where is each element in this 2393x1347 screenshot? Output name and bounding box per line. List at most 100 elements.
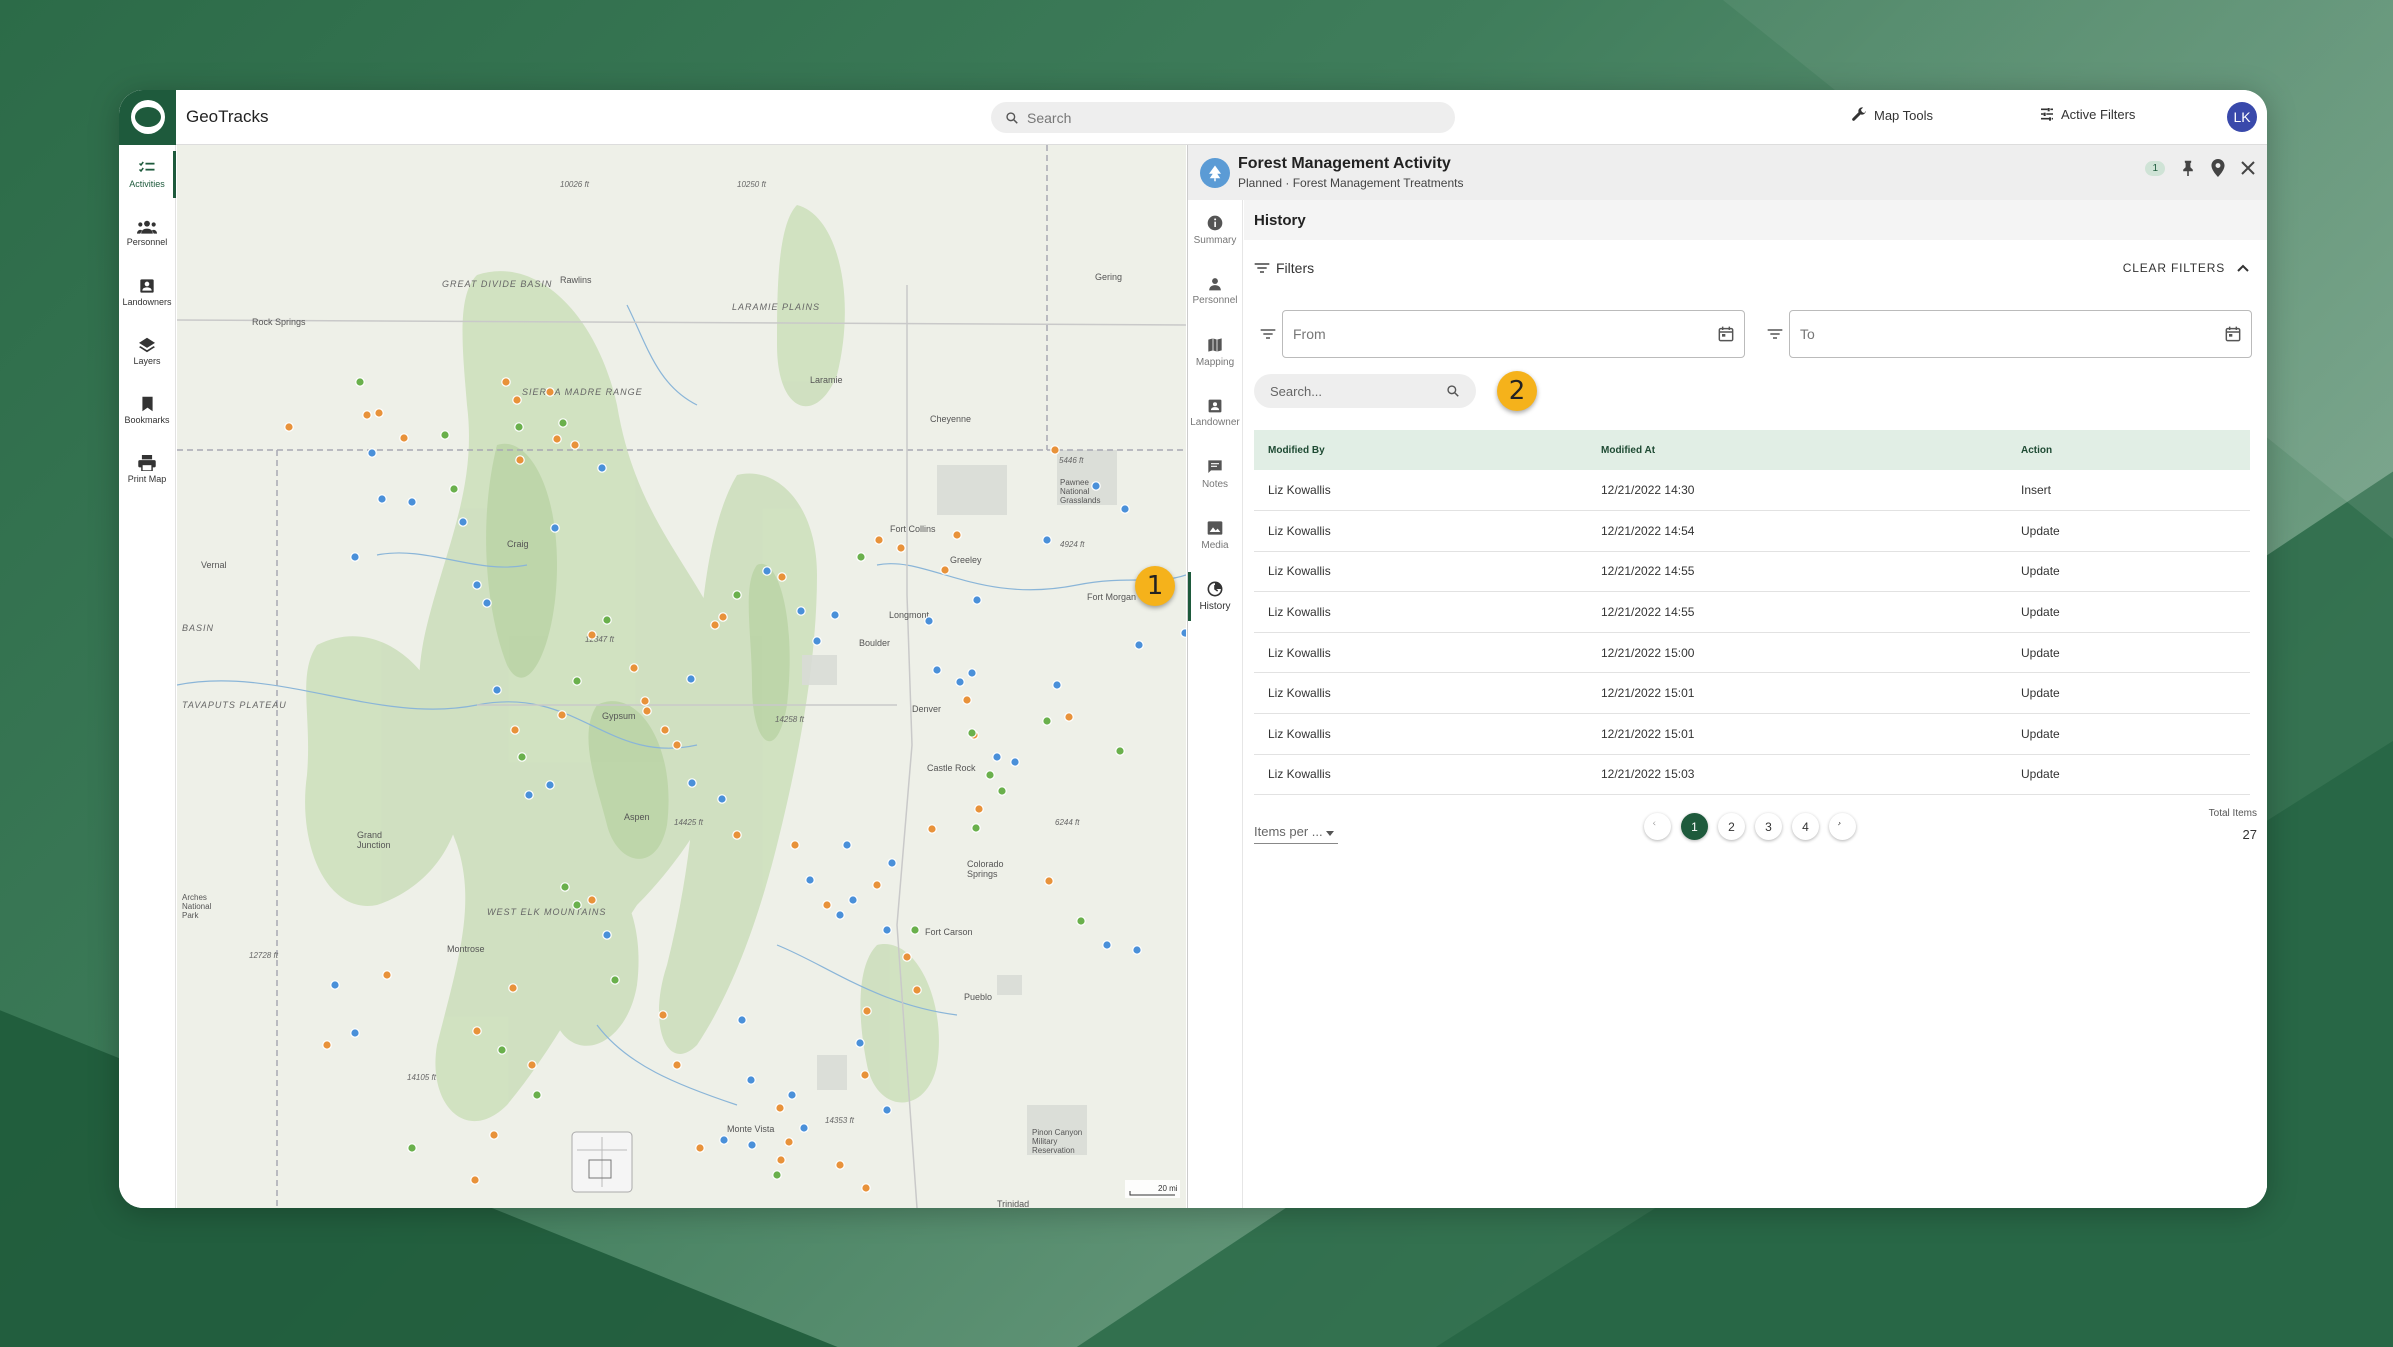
activity-marker[interactable] — [330, 980, 340, 990]
activity-marker[interactable] — [515, 455, 525, 465]
activity-marker[interactable] — [719, 1135, 729, 1145]
items-per-page-select[interactable]: Items per ... — [1254, 824, 1338, 844]
column-header-modified-by[interactable]: Modified By — [1254, 430, 1587, 470]
calendar-icon[interactable] — [2225, 326, 2241, 342]
activity-marker[interactable] — [514, 422, 524, 432]
page-button-3[interactable]: 3 — [1755, 813, 1782, 840]
activity-marker[interactable] — [835, 1160, 845, 1170]
table-row[interactable]: Liz Kowallis 12/21/2022 15:01 Update — [1254, 713, 2250, 755]
activity-marker[interactable] — [322, 1040, 332, 1050]
activity-marker[interactable] — [660, 725, 670, 735]
activity-marker[interactable] — [732, 830, 742, 840]
page-button-2[interactable]: 2 — [1718, 813, 1745, 840]
activity-marker[interactable] — [407, 497, 417, 507]
activity-marker[interactable] — [842, 840, 852, 850]
activity-marker[interactable] — [527, 1060, 537, 1070]
activity-marker[interactable] — [470, 1175, 480, 1185]
activity-marker[interactable] — [532, 1090, 542, 1100]
chevron-up-icon[interactable] — [2237, 264, 2249, 272]
page-button-4[interactable]: 4 — [1792, 813, 1819, 840]
activity-marker[interactable] — [1042, 716, 1052, 726]
activity-marker[interactable] — [350, 1028, 360, 1038]
activity-marker[interactable] — [967, 728, 977, 738]
logo[interactable] — [119, 90, 176, 145]
activity-marker[interactable] — [1115, 746, 1125, 756]
activity-marker[interactable] — [927, 824, 937, 834]
activity-marker[interactable] — [382, 970, 392, 980]
table-row[interactable]: Liz Kowallis 12/21/2022 14:55 Update — [1254, 551, 2250, 593]
activity-marker[interactable] — [449, 484, 459, 494]
activity-marker[interactable] — [972, 595, 982, 605]
nav-bookmarks[interactable]: Bookmarks — [119, 381, 175, 440]
history-search-input[interactable]: Search... — [1254, 374, 1476, 408]
activity-marker[interactable] — [932, 665, 942, 675]
activity-marker[interactable] — [777, 572, 787, 582]
activity-marker[interactable] — [997, 786, 1007, 796]
activity-marker[interactable] — [862, 1006, 872, 1016]
activity-marker[interactable] — [1042, 535, 1052, 545]
activity-marker[interactable] — [545, 387, 555, 397]
activity-marker[interactable] — [1102, 940, 1112, 950]
nav-activities[interactable]: Activities — [119, 145, 176, 204]
activity-marker[interactable] — [640, 696, 650, 706]
activity-marker[interactable] — [552, 434, 562, 444]
activity-marker[interactable] — [812, 636, 822, 646]
activity-marker[interactable] — [1076, 916, 1086, 926]
pin-icon[interactable] — [2181, 160, 2195, 176]
activity-marker[interactable] — [597, 463, 607, 473]
activity-marker[interactable] — [822, 900, 832, 910]
activity-marker[interactable] — [508, 983, 518, 993]
activity-marker[interactable] — [545, 780, 555, 790]
activity-marker[interactable] — [512, 395, 522, 405]
activity-marker[interactable] — [602, 930, 612, 940]
activity-marker[interactable] — [1120, 504, 1130, 514]
activity-marker[interactable] — [887, 858, 897, 868]
activity-marker[interactable] — [848, 895, 858, 905]
activity-marker[interactable] — [602, 615, 612, 625]
table-row[interactable]: Liz Kowallis 12/21/2022 14:55 Update — [1254, 591, 2250, 633]
chevron-right-icon[interactable] — [1829, 813, 1856, 840]
activity-marker[interactable] — [472, 580, 482, 590]
activity-marker[interactable] — [524, 790, 534, 800]
activity-marker[interactable] — [587, 630, 597, 640]
activity-marker[interactable] — [570, 440, 580, 450]
activity-marker[interactable] — [472, 1026, 482, 1036]
tab-mapping[interactable]: Mapping — [1188, 322, 1242, 383]
activity-marker[interactable] — [717, 794, 727, 804]
activity-marker[interactable] — [629, 663, 639, 673]
activity-marker[interactable] — [940, 565, 950, 575]
map-tools-button[interactable]: Map Tools — [1850, 106, 1933, 124]
activity-marker[interactable] — [558, 418, 568, 428]
activity-marker[interactable] — [658, 1010, 668, 1020]
activity-marker[interactable] — [955, 677, 965, 687]
tab-history[interactable]: History — [1188, 566, 1242, 627]
activity-marker[interactable] — [517, 752, 527, 762]
activity-marker[interactable] — [747, 1140, 757, 1150]
activity-marker[interactable] — [985, 770, 995, 780]
filters-header[interactable]: Filters CLEAR FILTERS — [1244, 240, 2267, 295]
activity-marker[interactable] — [967, 668, 977, 678]
nav-personnel[interactable]: Personnel — [119, 204, 175, 263]
activity-marker[interactable] — [882, 1105, 892, 1115]
activity-marker[interactable] — [355, 377, 365, 387]
chevron-left-icon[interactable] — [1644, 813, 1671, 840]
activity-marker[interactable] — [557, 710, 567, 720]
activity-marker[interactable] — [377, 494, 387, 504]
activity-marker[interactable] — [952, 530, 962, 540]
activity-marker[interactable] — [1050, 445, 1060, 455]
activity-marker[interactable] — [374, 408, 384, 418]
nav-landowners[interactable]: Landowners — [119, 263, 175, 322]
activity-marker[interactable] — [796, 606, 806, 616]
activity-marker[interactable] — [710, 620, 720, 630]
location-icon[interactable] — [2211, 159, 2225, 177]
activity-marker[interactable] — [912, 985, 922, 995]
activity-marker[interactable] — [284, 422, 294, 432]
activity-marker[interactable] — [737, 1015, 747, 1025]
activity-marker[interactable] — [482, 598, 492, 608]
activity-marker[interactable] — [762, 566, 772, 576]
page-button-1[interactable]: 1 — [1681, 813, 1708, 840]
activity-marker[interactable] — [830, 610, 840, 620]
activity-marker[interactable] — [732, 590, 742, 600]
activity-marker[interactable] — [974, 804, 984, 814]
activity-marker[interactable] — [510, 725, 520, 735]
